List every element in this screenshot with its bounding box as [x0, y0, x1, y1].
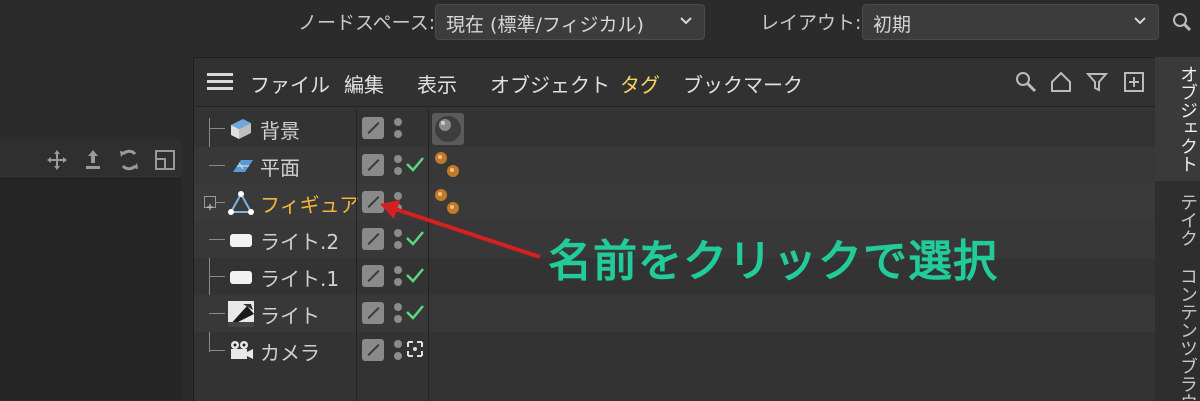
object-name[interactable]: 平面	[260, 152, 300, 181]
menu-view[interactable]: 表示	[417, 69, 457, 98]
menu-file[interactable]: ファイル	[250, 69, 330, 98]
layout-dropdown[interactable]: 初期	[862, 4, 1159, 40]
object-row[interactable]: ライト	[194, 295, 1155, 332]
tree-branch	[209, 276, 225, 277]
visibility-render-dot[interactable]	[394, 130, 402, 138]
object-row[interactable]: 背景	[194, 110, 1155, 147]
tab-objects[interactable]: オブジェクト	[1155, 57, 1200, 181]
viewport-area[interactable]	[0, 179, 182, 400]
material-tag-icon[interactable]	[431, 112, 465, 146]
visibility-render-dot[interactable]	[394, 315, 402, 323]
visibility-editor-dot[interactable]	[394, 303, 402, 311]
menu-object[interactable]: オブジェクト	[490, 69, 610, 98]
visibility-editor-dot[interactable]	[394, 155, 402, 163]
plane-icon	[233, 160, 253, 172]
area-light-icon	[230, 234, 252, 247]
camera-icon	[231, 341, 253, 359]
object-name[interactable]: 背景	[260, 115, 300, 144]
edit-toggle[interactable]	[362, 339, 384, 361]
visibility-render-dot[interactable]	[394, 352, 402, 360]
annotation-arrow	[380, 200, 541, 259]
node-space-dropdown[interactable]: 現在 (標準/フィジカル)	[435, 4, 705, 40]
home-icon[interactable]	[1049, 70, 1073, 94]
search-icon[interactable]	[1014, 70, 1038, 94]
object-row[interactable]: 平面	[194, 147, 1155, 184]
layout-value: 初期	[873, 14, 912, 36]
object-name[interactable]: カメラ	[260, 337, 320, 366]
menu-bookmark[interactable]: ブックマーク	[683, 69, 803, 98]
tab-takes[interactable]: テイク	[1155, 185, 1200, 255]
object-name[interactable]: ライト	[260, 300, 320, 329]
tree-branch	[209, 350, 225, 351]
tree-branch	[209, 239, 225, 240]
annotation-text: 名前をクリックで選択	[548, 236, 998, 287]
side-tabs: オブジェクト テイク コンテンツブラウザ	[1155, 57, 1200, 400]
object-row-selected[interactable]: フィギュア	[194, 184, 1155, 221]
tab-content-browser[interactable]: コンテンツブラウザ	[1155, 259, 1200, 400]
move-icon[interactable]	[45, 148, 69, 172]
expand-icon[interactable]	[204, 196, 216, 210]
object-name[interactable]: ライト.2	[260, 226, 339, 255]
new-window-icon[interactable]	[1122, 70, 1146, 94]
tree-branch	[209, 313, 225, 314]
figure-icon	[228, 191, 254, 215]
tree-branch	[216, 202, 225, 203]
column-divider[interactable]	[356, 110, 357, 401]
menu-edit[interactable]: 編集	[344, 69, 384, 98]
node-space-label: ノードスペース:	[298, 12, 436, 34]
scale-icon[interactable]	[81, 148, 105, 172]
hamburger-menu-icon[interactable]	[207, 73, 233, 91]
menu-tag[interactable]: タグ	[620, 69, 660, 98]
top-bar: ノードスペース: 現在 (標準/フィジカル) レイアウト: 初期	[0, 0, 1200, 46]
menu-bar: ファイル 編集 表示 オブジェクト タグ ブックマーク	[194, 58, 1155, 107]
edit-toggle[interactable]	[362, 265, 384, 287]
check-icon[interactable]	[404, 264, 426, 286]
visibility-editor-dot[interactable]	[394, 266, 402, 274]
spot-light-icon	[228, 301, 254, 327]
visibility-editor-dot[interactable]	[394, 118, 402, 126]
filter-icon[interactable]	[1085, 70, 1109, 94]
object-row[interactable]: カメラ	[194, 332, 1155, 369]
visibility-editor-dot[interactable]	[394, 340, 402, 348]
view-layout-icon[interactable]	[153, 148, 177, 172]
visibility-render-dot[interactable]	[394, 278, 402, 286]
edit-toggle[interactable]	[362, 302, 384, 324]
tree-branch	[209, 165, 225, 166]
visibility-render-dot[interactable]	[394, 167, 402, 175]
edit-toggle[interactable]	[362, 154, 384, 176]
node-space-value: 現在 (標準/フィジカル)	[446, 14, 644, 36]
search-icon[interactable]	[1172, 12, 1192, 32]
object-name[interactable]: フィギュア	[260, 189, 359, 218]
viewport-toolbar	[0, 140, 182, 179]
layout-label: レイアウト:	[760, 12, 862, 34]
rotate-icon[interactable]	[117, 148, 141, 172]
chevron-down-icon	[1134, 17, 1146, 25]
chevron-down-icon	[680, 17, 692, 25]
tree-branch	[209, 128, 225, 129]
background-icon	[231, 119, 251, 139]
edit-toggle[interactable]	[362, 117, 384, 139]
target-icon[interactable]	[404, 338, 426, 360]
object-name[interactable]: ライト.1	[260, 263, 339, 292]
balls-tag-icon[interactable]	[431, 149, 465, 183]
area-light-icon	[230, 271, 252, 284]
check-icon[interactable]	[404, 301, 426, 323]
check-icon[interactable]	[404, 153, 426, 175]
